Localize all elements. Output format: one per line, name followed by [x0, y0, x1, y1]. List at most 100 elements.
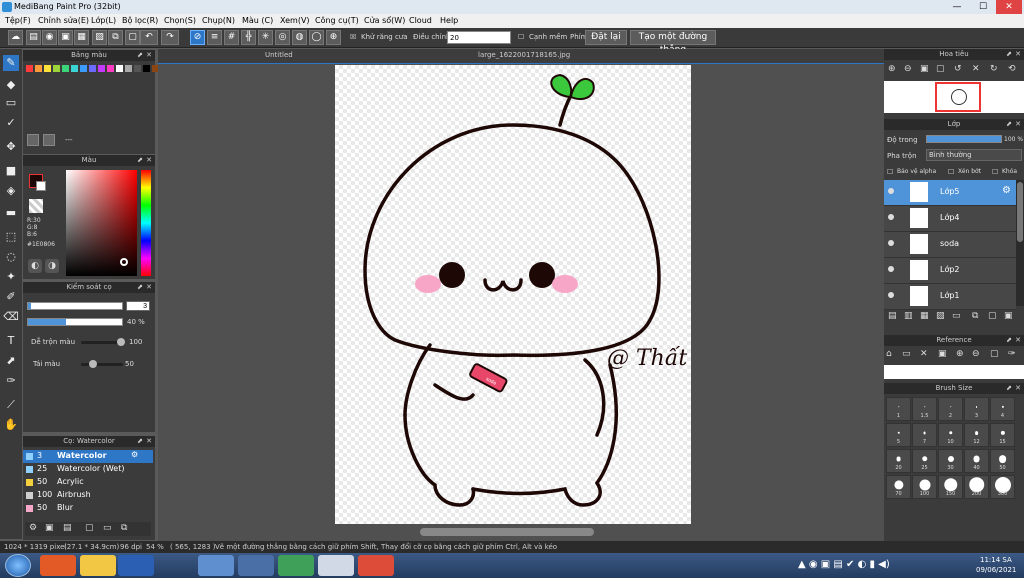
gear-icon[interactable]: ⚙ [131, 450, 138, 459]
frame-icon[interactable]: ▢ [125, 30, 140, 45]
snap-ellipse-icon[interactable]: ◍ [292, 30, 307, 45]
zoom-out-icon[interactable]: ⊖ [904, 64, 912, 74]
layer-row[interactable]: Lớp5 ⚙ [884, 180, 1016, 206]
pin-icon[interactable]: ⬈ [137, 436, 143, 447]
brush-menu-icon[interactable]: ▣ [45, 523, 54, 533]
flip-icon[interactable]: ✕ [972, 64, 980, 74]
lock-checkbox[interactable]: ☐ [992, 168, 998, 176]
text-tool-icon[interactable]: T [3, 333, 19, 349]
grid-icon[interactable]: ▧ [92, 30, 107, 45]
brush-size-cell[interactable]: 200 [964, 475, 989, 499]
brush-item[interactable]: 50 Blur [23, 502, 153, 515]
clipping-checkbox[interactable]: ☐ [948, 168, 954, 176]
rotate-left-icon[interactable]: ↺ [954, 64, 962, 74]
pin-icon[interactable]: ⬈ [1006, 49, 1012, 60]
menu-cloud[interactable]: Cloud [409, 16, 432, 25]
select-tool-icon[interactable]: ⬚ [3, 229, 19, 245]
hand-tool-icon[interactable]: ✋ [3, 417, 19, 433]
snap-grid-icon[interactable]: # [224, 30, 239, 45]
eye-icon[interactable] [888, 214, 894, 220]
select-eraser-icon[interactable]: ⌫ [3, 309, 19, 325]
layer-settings-icon[interactable]: ⚙ [1002, 185, 1011, 196]
color-picker-icon[interactable]: ◑ [45, 259, 59, 273]
brush-folder-icon[interactable]: ▭ [103, 523, 112, 533]
fill-tool-icon[interactable]: ◈ [3, 183, 19, 199]
layer-row[interactable]: Lớp1 [884, 284, 1016, 310]
menu-snap[interactable]: Chụp(N) [202, 16, 235, 25]
brush-size-cell[interactable]: 10 [938, 423, 963, 447]
layer-row[interactable]: Lớp4 [884, 206, 1016, 232]
palette-swatch[interactable] [125, 65, 132, 72]
pin-icon[interactable]: ⬈ [137, 155, 143, 166]
palette-swatch[interactable] [98, 65, 105, 72]
eye-icon[interactable] [888, 188, 894, 194]
palette-swatch[interactable] [62, 65, 69, 72]
redip-slider-knob[interactable] [89, 360, 97, 368]
tray-icons[interactable]: ▲ ◉ ▣ ▤ ✔ ◐ ▮ ◀) [798, 559, 890, 570]
close-ref-icon[interactable]: ✕ [920, 349, 928, 359]
magic-wand-icon[interactable]: ✦ [3, 269, 19, 285]
menu-tools[interactable]: Công cụ(T) [315, 16, 359, 25]
brush-size-cell[interactable]: 100 [912, 475, 937, 499]
antialias-checkbox[interactable]: ☒ [350, 33, 356, 41]
hue-slider[interactable] [141, 170, 151, 276]
taskbar-powerpoint-icon[interactable] [40, 555, 76, 576]
delete-swatch-icon[interactable] [43, 134, 55, 146]
select-pen-icon[interactable]: ✐ [3, 289, 19, 305]
brush-size-cell[interactable]: 2 [938, 397, 963, 421]
brush-size-cell[interactable]: 3 [964, 397, 989, 421]
palette-wheel-icon[interactable]: ◐ [28, 259, 42, 273]
brush-size-cell[interactable]: 15 [990, 423, 1015, 447]
add-swatch-icon[interactable] [27, 134, 39, 146]
close-button[interactable]: ✕ [996, 0, 1022, 14]
snap-radial-icon[interactable]: ✳ [258, 30, 273, 45]
lasso-tool-icon[interactable]: ◌ [3, 249, 19, 265]
duplicate-layer-icon[interactable]: ▦ [920, 311, 929, 321]
taskbar-word-icon[interactable] [118, 555, 154, 576]
menu-window[interactable]: Cửa sổ(W) [364, 16, 405, 25]
layer-menu-icon[interactable]: ▧ [936, 311, 945, 321]
palette-swatch[interactable] [80, 65, 87, 72]
palette-swatch[interactable] [44, 65, 51, 72]
brush-item[interactable]: 3 Watercolor ⚙ [23, 450, 153, 463]
new-layer-icon[interactable]: ▤ [888, 311, 897, 321]
menu-view[interactable]: Xem(V) [280, 16, 310, 25]
brush-size-cell[interactable]: 5 [886, 423, 911, 447]
taskbar-explorer-icon[interactable] [80, 555, 116, 576]
dropper-icon[interactable]: ⟋ [3, 397, 19, 413]
color-cursor[interactable] [120, 258, 128, 266]
pin-icon[interactable]: ⬈ [1006, 335, 1012, 346]
palette-swatch[interactable] [116, 65, 123, 72]
new-file-icon[interactable]: ▤ [26, 30, 41, 45]
check-tool-icon[interactable]: ✓ [3, 115, 19, 131]
move-tool-icon[interactable]: ✥ [3, 139, 19, 155]
redo-icon[interactable]: ↷ [161, 30, 179, 45]
minimize-button[interactable]: — [944, 0, 970, 14]
rotate-right-icon[interactable]: ↻ [990, 64, 998, 74]
palette-swatch[interactable] [107, 65, 114, 72]
palette-swatch[interactable] [71, 65, 78, 72]
taskbar-medibang-icon[interactable] [318, 555, 354, 576]
brush-delete-icon[interactable]: ⧉ [121, 523, 127, 533]
reset-view-icon[interactable]: ⟲ [1008, 64, 1016, 74]
taskbar-app-icon[interactable] [278, 555, 314, 576]
merge-layer-icon[interactable]: ⧉ [972, 311, 978, 321]
zoom-in-icon[interactable]: ⊕ [888, 64, 896, 74]
fit-icon[interactable]: ▣ [920, 64, 929, 74]
snap-cross-icon[interactable]: ╬ [241, 30, 256, 45]
redip-slider[interactable] [81, 363, 123, 366]
brush-tool-icon[interactable]: ✎ [3, 55, 19, 71]
menu-help[interactable]: Help [440, 16, 458, 25]
make-line-button[interactable]: Tạo một đường thẳng [630, 30, 716, 55]
delete-layer-icon[interactable]: ▣ [1004, 311, 1013, 321]
copy-icon[interactable]: ⧉ [108, 30, 123, 45]
palette-swatch[interactable] [89, 65, 96, 72]
taskbar-printer-icon[interactable] [238, 555, 274, 576]
layer-row[interactable]: soda [884, 232, 1016, 258]
layer-scrollbar[interactable] [1016, 180, 1024, 306]
brush-size-cell[interactable]: 12 [964, 423, 989, 447]
shape-tool-icon[interactable]: ■ [3, 163, 19, 179]
layer-row[interactable]: Lớp2 [884, 258, 1016, 284]
menu-edit[interactable]: Chỉnh sửa(E) [38, 16, 89, 25]
brush-item[interactable]: 100 Airbrush [23, 489, 153, 502]
